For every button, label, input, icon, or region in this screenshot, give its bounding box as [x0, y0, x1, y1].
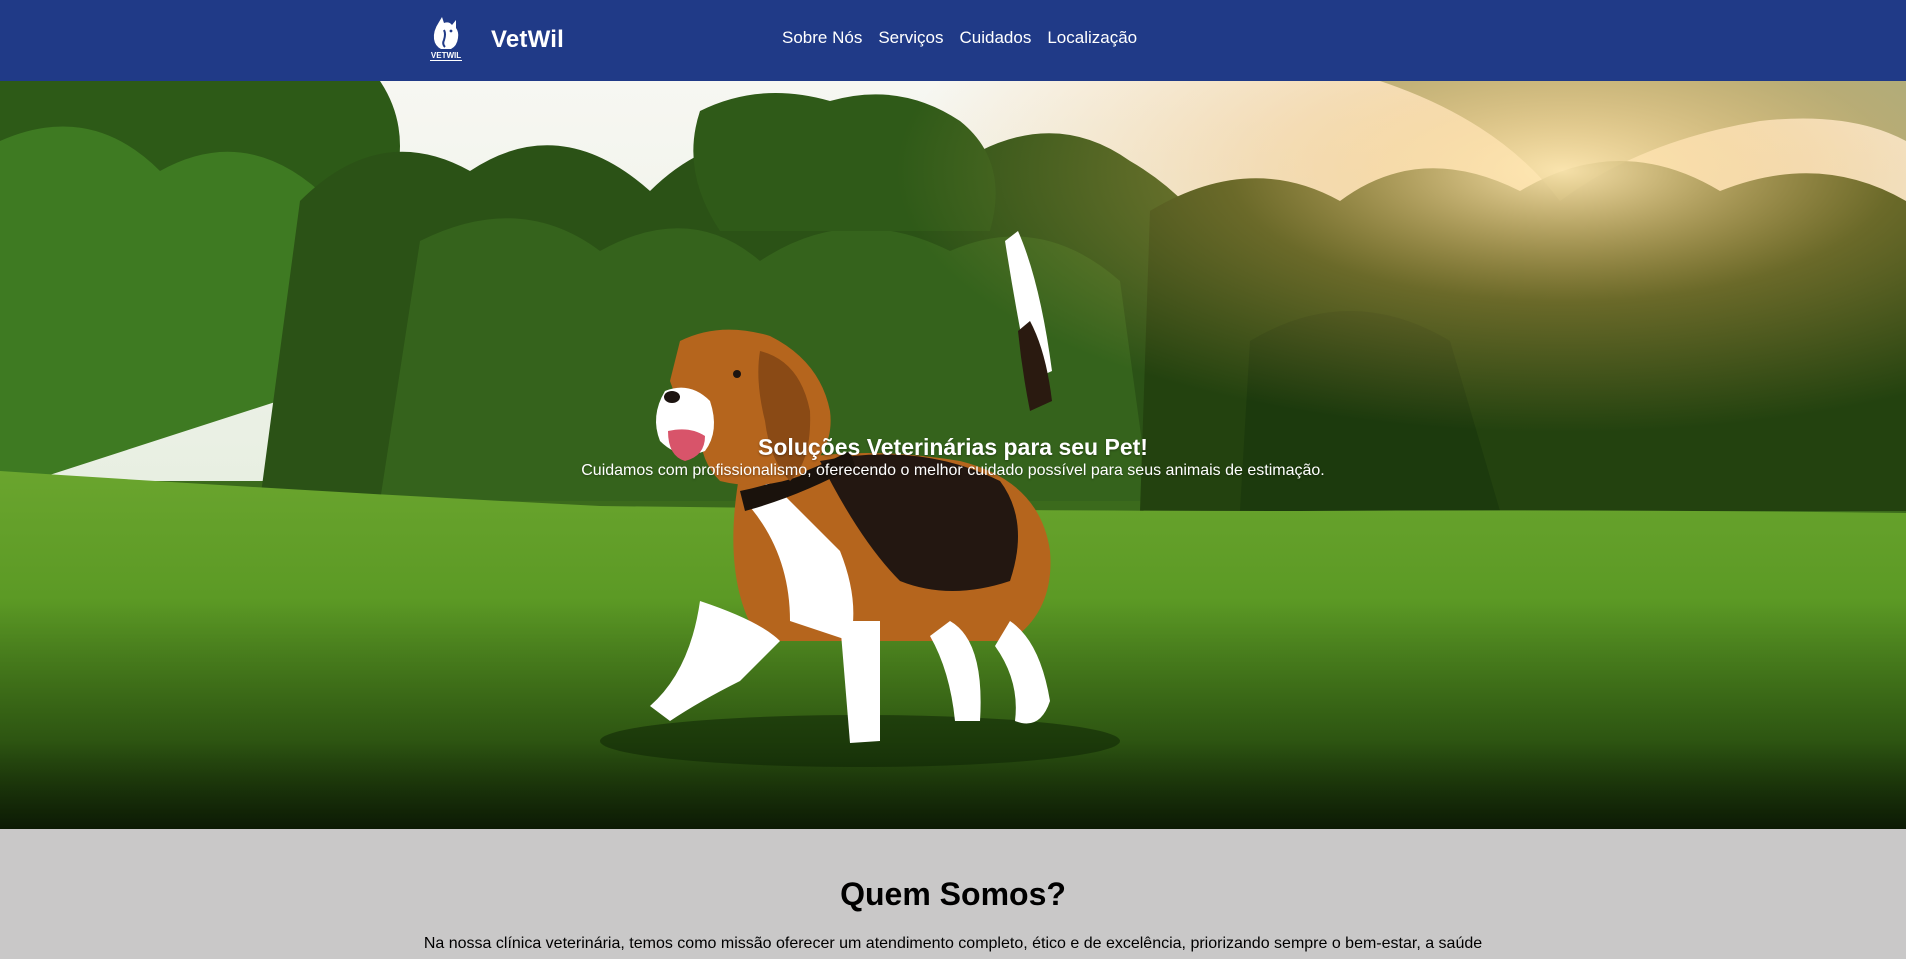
- main-nav: Sobre Nós Serviços Cuidados Localização: [782, 28, 1137, 48]
- nav-link-localizacao[interactable]: Localização: [1047, 28, 1137, 48]
- nav-link-servicos[interactable]: Serviços: [878, 28, 943, 48]
- brand-home-link[interactable]: VETWIL VetWil: [425, 16, 564, 64]
- svg-text:VETWIL: VETWIL: [431, 51, 461, 60]
- hero-title: Soluções Veterinárias para seu Pet!: [758, 434, 1148, 460]
- hero-section: Soluções Veterinárias para seu Pet! Cuid…: [0, 81, 1906, 829]
- about-text: Na nossa clínica veterinária, temos como…: [423, 935, 1483, 952]
- hero-text: Soluções Veterinárias para seu Pet! Cuid…: [0, 433, 1906, 481]
- about-section: Quem Somos? Na nossa clínica veterinária…: [0, 829, 1906, 959]
- hero-subtitle: Cuidamos com profissionalismo, oferecend…: [581, 462, 1325, 479]
- about-title: Quem Somos?: [840, 876, 1066, 912]
- nav-link-cuidados[interactable]: Cuidados: [960, 28, 1032, 48]
- nav-link-sobre-nos[interactable]: Sobre Nós: [782, 28, 862, 48]
- site-header: VETWIL VetWil Sobre Nós Serviços Cuidado…: [0, 0, 1906, 81]
- brand-name: VetWil: [491, 26, 565, 53]
- vetwil-logo-icon: VETWIL: [430, 17, 462, 61]
